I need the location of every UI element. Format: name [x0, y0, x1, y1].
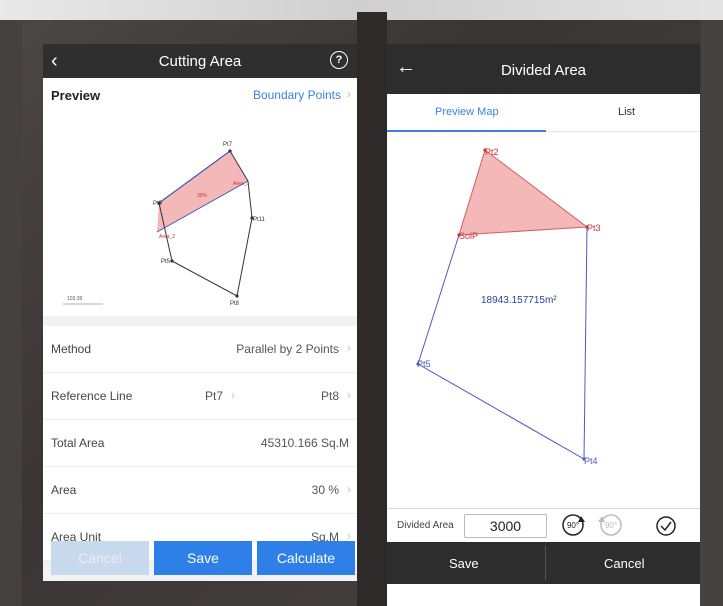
divided-area-control: Divided Area 3000 90° 90°	[387, 508, 700, 543]
reference-to[interactable]: Pt8	[321, 389, 339, 403]
pt7-label: Pt7	[223, 142, 233, 148]
tab-preview-map[interactable]: Preview Map	[435, 106, 499, 118]
divided-map: Pt2 Pt3 SolP Pt5 Pt4 18943.157715m²	[416, 147, 601, 466]
svg-text:90°: 90°	[567, 521, 579, 530]
vertex	[228, 149, 232, 153]
save-button[interactable]: Save	[154, 541, 252, 575]
area-1-label: Area_1	[233, 181, 249, 187]
chevron-right-icon: ›	[347, 482, 351, 496]
footer-divider	[545, 546, 546, 580]
action-bar: Cancel Save Calculate	[43, 533, 357, 581]
pt5-label: Pt5	[161, 259, 171, 265]
cancel-button[interactable]: Cancel	[604, 556, 644, 571]
cancel-button[interactable]: Cancel	[51, 541, 149, 575]
percent-label: 30%	[197, 193, 208, 199]
divided-area-screen: ← Divided Area Preview Map List Pt2 Pt3 …	[387, 44, 700, 606]
chevron-right-icon: ›	[231, 388, 235, 402]
total-area-row: Total Area 45310.166 Sq.M	[43, 420, 357, 467]
method-row[interactable]: Method Parallel by 2 Points ›	[43, 326, 357, 373]
reference-from[interactable]: Pt7	[205, 389, 223, 403]
area-1-fill	[157, 151, 248, 232]
area-value-label: 18943.157715m²	[481, 295, 557, 306]
background-left	[0, 20, 22, 606]
svg-text:90°: 90°	[605, 521, 617, 530]
pt11-label: Pt11	[253, 217, 266, 223]
vertex	[235, 294, 239, 298]
method-label: Method	[51, 342, 92, 356]
header: ‹ Cutting Area ?	[43, 44, 357, 78]
total-area-value: 45310.166 Sq.M	[260, 436, 349, 450]
tab-bar: Preview Map List	[387, 94, 700, 132]
pt2-label: Pt2	[485, 147, 499, 157]
page-title: Cutting Area	[158, 53, 242, 70]
help-circle-icon[interactable]: ?	[330, 51, 348, 69]
solp-label: SolP	[459, 231, 478, 241]
vertex	[170, 259, 174, 263]
settings-list: Method Parallel by 2 Points › Reference …	[43, 326, 357, 561]
method-value: Parallel by 2 Points	[236, 342, 339, 356]
area-row[interactable]: Area 30 % ›	[43, 467, 357, 514]
calculate-button[interactable]: Calculate	[257, 541, 355, 575]
header: ← Divided Area	[387, 44, 700, 94]
divided-area-label: Divided Area	[397, 520, 454, 531]
chevron-right-icon: ›	[347, 341, 351, 355]
cutting-area-screen: ‹ Cutting Area ? Preview Boundary Points…	[43, 44, 357, 581]
area-value: 30 %	[311, 483, 339, 497]
pt4-label: Pt4	[584, 456, 598, 466]
reference-line-row: Reference Line Pt7 › Pt8 ›	[43, 373, 357, 420]
pt3-label: Pt3	[587, 223, 601, 233]
preview-card: Preview Boundary Points › Pt7 Pt9 Pt11 P…	[43, 78, 357, 316]
pt9-label: Pt9	[153, 201, 163, 207]
rotate-cw-icon[interactable]: 90°	[560, 513, 588, 537]
divided-fill	[458, 149, 589, 236]
preview-map: Pt7 Pt9 Pt11 Pt5 Pt8 Area_1 Area_2 30% 1…	[63, 142, 266, 307]
pt8-label: Pt8	[230, 301, 240, 307]
pt5-label: Pt5	[417, 359, 431, 369]
reference-label: Reference Line	[51, 389, 133, 403]
total-area-label: Total Area	[51, 436, 105, 450]
page-title: Divided Area	[500, 62, 587, 79]
remaining-boundary	[417, 226, 588, 460]
area-2-label: Area_2	[159, 234, 175, 240]
area-label: Area	[51, 483, 77, 497]
chevron-right-icon: ›	[347, 388, 351, 402]
footer-bar: Save Cancel	[387, 542, 700, 584]
background-right	[701, 20, 723, 606]
divided-area-input[interactable]: 3000	[464, 514, 547, 538]
check-circle-icon[interactable]	[655, 515, 677, 537]
tab-list[interactable]: List	[618, 106, 635, 118]
rotate-ccw-icon[interactable]: 90°	[597, 513, 625, 537]
scale-label: 103.39	[67, 296, 83, 302]
divider-gap	[357, 12, 387, 606]
save-button[interactable]: Save	[449, 556, 479, 571]
